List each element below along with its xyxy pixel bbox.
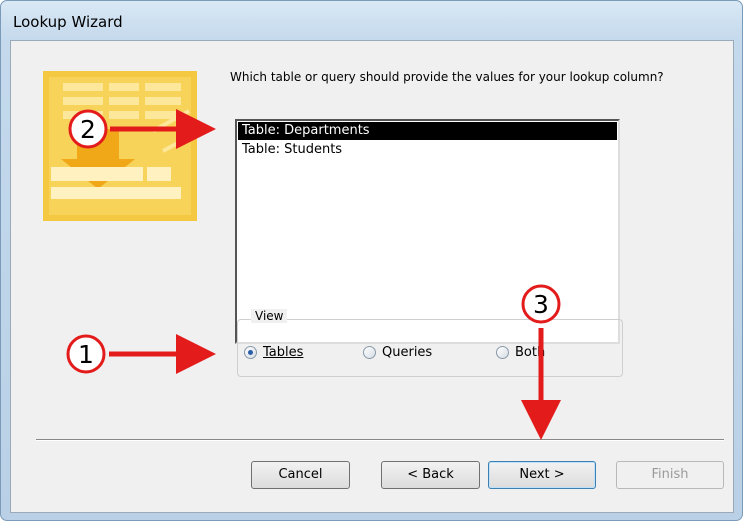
callout-3-label: 3 [533, 290, 549, 319]
callout-2-marker: 2 [68, 109, 108, 149]
callout-1-label: 1 [78, 340, 94, 369]
callout-1-marker: 1 [66, 334, 106, 374]
callout-3-marker: 3 [521, 284, 561, 324]
annotation-overlay: 2 1 3 [66, 109, 561, 440]
callout-2-label: 2 [80, 115, 96, 144]
